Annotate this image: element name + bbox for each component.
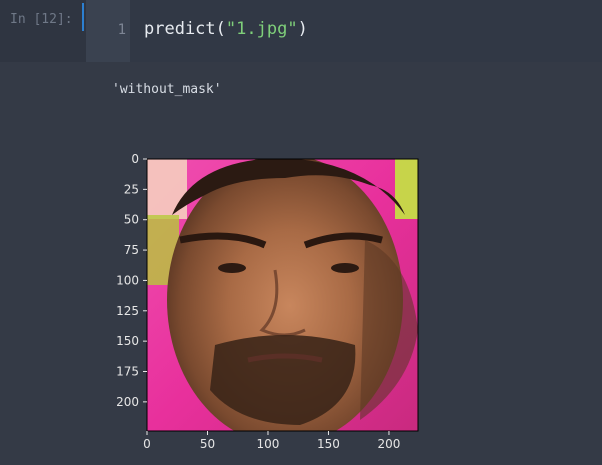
x-tick-label: 50 — [200, 437, 215, 451]
image-plot: 0 25 50 75 100 125 150 175 200 0 50 100 150 200 — [116, 152, 419, 451]
y-tick-label: 100 — [116, 273, 139, 287]
y-tick-label: 75 — [124, 243, 139, 257]
x-tick-label: 0 — [143, 437, 151, 451]
y-tick-label: 50 — [124, 213, 139, 227]
x-tick-label: 200 — [378, 437, 401, 451]
y-axis: 0 25 50 75 100 125 150 175 200 — [116, 152, 147, 409]
x-tick-label: 150 — [317, 437, 340, 451]
y-tick-label: 200 — [116, 395, 139, 409]
y-tick-label: 175 — [116, 365, 139, 379]
y-tick-label: 150 — [116, 334, 139, 348]
y-tick-label: 125 — [116, 304, 139, 318]
y-tick-label: 0 — [131, 152, 139, 166]
y-tick-label: 25 — [124, 182, 139, 196]
x-axis: 0 50 100 150 200 — [143, 431, 400, 451]
notebook: In [12]: 1 predict("1.jpg") 'without_mas… — [0, 0, 602, 465]
face-photo — [147, 159, 418, 431]
x-tick-label: 100 — [257, 437, 280, 451]
